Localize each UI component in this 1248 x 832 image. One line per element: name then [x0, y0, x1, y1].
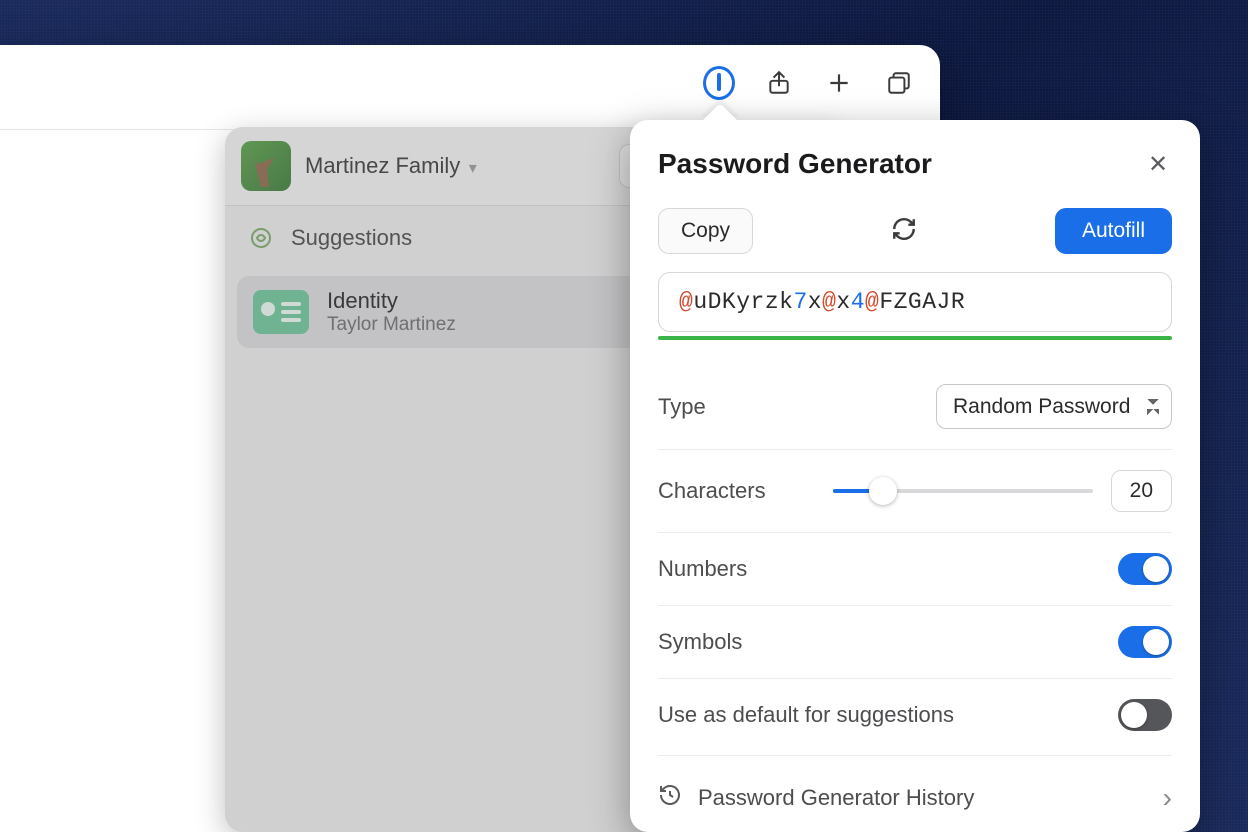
type-label: Type: [658, 394, 706, 420]
strength-bar: [658, 336, 1172, 340]
default-toggle[interactable]: [1118, 699, 1172, 731]
account-name: Martinez Family: [305, 153, 460, 178]
numbers-toggle[interactable]: [1118, 553, 1172, 585]
symbols-toggle[interactable]: [1118, 626, 1172, 658]
close-icon: ✕: [1148, 151, 1168, 178]
password-generator-panel: Password Generator ✕ Copy Autofill @uDKy…: [630, 120, 1200, 832]
suggestions-icon: [249, 226, 273, 250]
panel-title: Password Generator: [658, 148, 932, 180]
history-icon: [658, 783, 682, 813]
history-button[interactable]: Password Generator History ›: [658, 755, 1172, 814]
share-icon[interactable]: [763, 67, 795, 99]
history-label: Password Generator History: [698, 785, 974, 811]
refresh-icon: [891, 216, 917, 242]
numbers-label: Numbers: [658, 556, 747, 582]
row-numbers: Numbers: [658, 533, 1172, 606]
item-subtitle: Taylor Martinez: [327, 314, 456, 336]
row-symbols: Symbols: [658, 606, 1172, 679]
autofill-button[interactable]: Autofill: [1055, 208, 1172, 254]
symbols-label: Symbols: [658, 629, 742, 655]
item-title: Identity: [327, 288, 456, 314]
close-button[interactable]: ✕: [1144, 150, 1172, 179]
browser-toolbar: [0, 45, 940, 130]
identity-card-icon: [253, 290, 309, 334]
copy-button[interactable]: Copy: [658, 208, 753, 254]
characters-slider[interactable]: [833, 477, 1093, 505]
account-avatar[interactable]: [241, 141, 291, 191]
plus-icon[interactable]: [823, 67, 855, 99]
1password-extension-icon[interactable]: [703, 67, 735, 99]
section-label: Suggestions: [291, 225, 412, 251]
chevron-down-icon: ▾: [469, 160, 477, 177]
chevron-right-icon: ›: [1163, 782, 1172, 814]
row-default: Use as default for suggestions: [658, 679, 1172, 751]
characters-label: Characters: [658, 478, 766, 504]
default-label: Use as default for suggestions: [658, 702, 954, 728]
account-switcher[interactable]: Martinez Family ▾: [305, 153, 477, 179]
generated-password[interactable]: @uDKyrzk7x@x4@FZGAJR: [658, 272, 1172, 332]
type-select[interactable]: Random Password: [936, 384, 1172, 429]
tabs-icon[interactable]: [883, 67, 915, 99]
regenerate-button[interactable]: [891, 216, 917, 247]
row-characters: Characters 20: [658, 450, 1172, 533]
row-type: Type Random Password: [658, 364, 1172, 450]
characters-value[interactable]: 20: [1111, 470, 1172, 512]
